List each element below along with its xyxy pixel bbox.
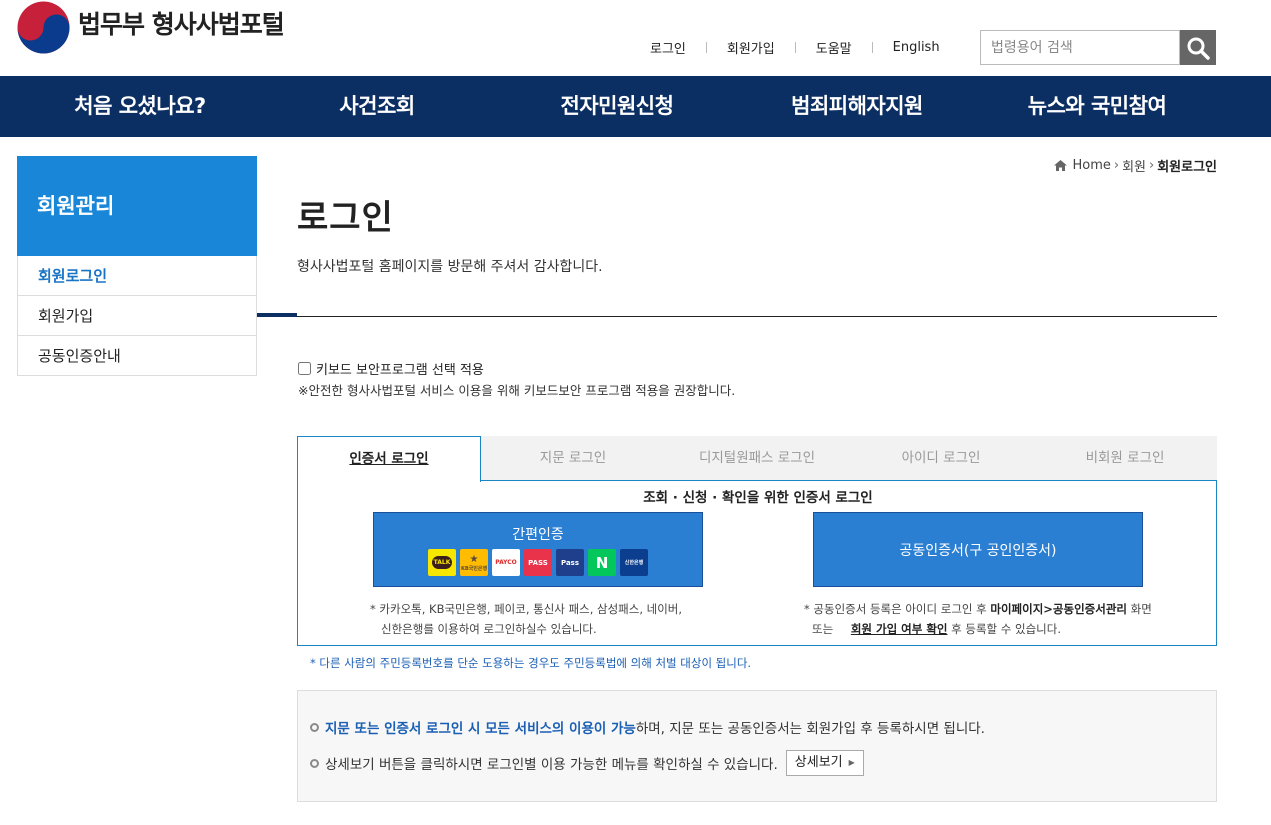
breadcrumb-home[interactable]: Home <box>1072 158 1110 173</box>
joint-cert-note-text: 화면 <box>1130 602 1152 616</box>
simple-auth-providers: TALK ★ KB국민은행 PAYCO PASS Pass N 신한은행 <box>428 549 648 576</box>
info-box: 지문 또는 인증서 로그인 시 모든 서비스의 이용이 가능 하며, 지문 또는… <box>297 690 1217 802</box>
info-highlight: 지문 또는 인증서 로그인 시 모든 서비스의 이용이 가능 <box>325 721 636 737</box>
sidebar: 회원관리 회원로그인 회원가입 공동인증안내 <box>17 156 257 376</box>
detail-button-label: 상세보기 <box>794 755 843 770</box>
info-text: 하며, 지문 또는 공동인증서는 회원가입 후 등록하시면 됩니다. <box>635 721 985 737</box>
joint-cert-note-text: * 공동인증서 등록은 아이디 로그인 후 <box>804 602 987 616</box>
nav-first-visit[interactable]: 처음 오셨나요? <box>35 76 245 137</box>
provider-name: PASS <box>528 558 548 567</box>
login-link[interactable]: 로그인 <box>650 38 686 57</box>
samsung-pass-icon: Pass <box>556 549 584 576</box>
keyboard-security-label: 키보드 보안프로그램 선택 적용 <box>316 363 484 378</box>
english-link[interactable]: English <box>893 40 940 55</box>
provider-name: PAYCO <box>495 559 517 566</box>
triangle-right-icon: ▶ <box>848 758 855 767</box>
nav-e-petition[interactable]: 전자민원신청 <box>512 76 722 137</box>
joint-cert-note-text: 또는 <box>812 622 834 636</box>
sidebar-item-joint-cert-guide[interactable]: 공동인증안내 <box>17 336 257 376</box>
simple-auth-button[interactable]: 간편인증 TALK ★ KB국민은행 PAYCO PASS Pass N 신한은행 <box>373 512 703 587</box>
identity-theft-warning: * 다른 사람의 주민등록번호를 단순 도용하는 경우도 주민등록법에 의해 처… <box>310 656 752 670</box>
tab-fingerprint-login[interactable]: 지문 로그인 <box>481 436 665 481</box>
breadcrumb-member[interactable]: 회원 <box>1122 156 1146 175</box>
nav-news-participation[interactable]: 뉴스와 국민참여 <box>992 76 1202 137</box>
provider-name: TALK <box>431 556 453 569</box>
payco-icon: PAYCO <box>492 549 520 576</box>
taegeuk-logo-icon <box>17 1 70 54</box>
tab-cert-login[interactable]: 인증서 로그인 <box>297 436 481 482</box>
bullet-icon <box>310 758 319 768</box>
provider-name: N <box>595 553 609 572</box>
divider <box>794 42 796 53</box>
page-title: 로그인 <box>297 198 394 238</box>
joint-cert-button[interactable]: 공동인증서(구 공인인증서) <box>813 512 1143 587</box>
cert-login-panel: 조회 · 신청 · 확인을 위한 인증서 로그인 간편인증 TALK ★ KB국민… <box>297 480 1217 646</box>
nav-victim-support[interactable]: 범죄피해자지원 <box>752 76 962 137</box>
kakaotalk-icon: TALK <box>428 549 456 576</box>
utility-links: 로그인 회원가입 도움말 English <box>650 38 940 57</box>
page-subtitle: 형사사법포털 홈페이지를 방문해 주셔서 감사합니다. <box>297 259 603 275</box>
keyboard-security-note: ※안전한 형사사법포털 서비스 이용을 위해 키보드보안 프로그램 적용을 권장… <box>298 383 736 398</box>
detail-button[interactable]: 상세보기 ▶ <box>785 750 864 776</box>
title-divider <box>257 316 1217 317</box>
keyboard-security-checkbox[interactable] <box>298 362 311 375</box>
sidebar-item-member-login[interactable]: 회원로그인 <box>17 256 257 296</box>
provider-name: 신한은행 <box>624 560 644 566</box>
logo-text: 법무부 형사사법포털 <box>78 10 285 39</box>
chevron-right-icon: › <box>1148 158 1155 173</box>
search-box <box>980 30 1216 65</box>
help-link[interactable]: 도움말 <box>816 38 852 57</box>
simple-auth-note-line2: 신한은행를 이용하여 로그인하실수 있습니다. <box>381 622 597 636</box>
simple-auth-label: 간편인증 <box>512 527 564 543</box>
login-tabs: 인증서 로그인 지문 로그인 디지털원패스 로그인 아이디 로그인 비회원 로그… <box>297 436 1217 482</box>
provider-name: Pass <box>561 558 579 567</box>
search-icon <box>1187 37 1210 60</box>
divider <box>705 42 707 53</box>
simple-auth-note-line1: * 카카오톡, KB국민은행, 페이코, 통신사 패스, 삼성패스, 네이버, <box>370 602 683 616</box>
breadcrumb-current: 회원로그인 <box>1157 160 1217 175</box>
panel-title: 조회 · 신청 · 확인을 위한 인증서 로그인 <box>643 490 873 506</box>
provider-name: KB국민은행 <box>460 565 488 572</box>
shinhan-icon: 신한은행 <box>620 549 648 576</box>
joint-cert-label: 공동인증서(구 공인인증서) <box>899 543 1057 559</box>
header: 법무부 형사사법포털 로그인 회원가입 도움말 English <box>0 0 1271 76</box>
breadcrumb: Home › 회원 › 회원로그인 <box>1054 156 1217 175</box>
joint-cert-note: * 공동인증서 등록은 아이디 로그인 후 마이페이지>공동인증서관리 화면 또… <box>804 599 1152 639</box>
signup-check-link[interactable]: 회원 가입 여부 확인 <box>851 622 948 636</box>
joint-cert-note-text: 후 등록할 수 있습니다. <box>951 622 1061 636</box>
info-row-2: 상세보기 버튼을 클릭하시면 로그인별 이용 가능한 메뉴를 확인하실 수 있습… <box>310 750 864 776</box>
sidebar-title: 회원관리 <box>17 156 257 256</box>
logo[interactable]: 법무부 형사사법포털 <box>17 0 285 54</box>
naver-icon: N <box>588 549 616 576</box>
keyboard-security-option[interactable]: 키보드 보안프로그램 선택 적용 <box>298 359 484 378</box>
home-icon <box>1054 160 1068 171</box>
tab-label: 인증서 로그인 <box>349 451 429 467</box>
chevron-right-icon: › <box>1113 158 1120 173</box>
divider <box>871 42 873 53</box>
main-navigation: 처음 오셨나요? 사건조회 전자민원신청 범죄피해자지원 뉴스와 국민참여 <box>0 76 1271 137</box>
sidebar-item-signup[interactable]: 회원가입 <box>17 296 257 336</box>
tab-digital-onepass-login[interactable]: 디지털원패스 로그인 <box>665 436 849 481</box>
search-input[interactable] <box>980 30 1180 65</box>
tab-id-login[interactable]: 아이디 로그인 <box>849 436 1033 481</box>
info-text: 상세보기 버튼을 클릭하시면 로그인별 이용 가능한 메뉴를 확인하실 수 있습… <box>325 757 778 773</box>
simple-auth-note: * 카카오톡, KB국민은행, 페이코, 통신사 패스, 삼성패스, 네이버, … <box>370 599 682 639</box>
signup-link[interactable]: 회원가입 <box>727 38 775 57</box>
search-button[interactable] <box>1180 30 1216 65</box>
pass-icon: PASS <box>524 549 552 576</box>
kb-bank-icon: ★ KB국민은행 <box>460 549 488 576</box>
nav-case-lookup[interactable]: 사건조회 <box>272 76 482 137</box>
mypage-cert-link[interactable]: 마이페이지>공동인증서관리 <box>990 602 1127 616</box>
title-divider-accent <box>257 313 297 317</box>
info-row-1: 지문 또는 인증서 로그인 시 모든 서비스의 이용이 가능 하며, 지문 또는… <box>310 717 985 737</box>
bullet-icon <box>310 722 319 732</box>
tab-guest-login[interactable]: 비회원 로그인 <box>1033 436 1217 481</box>
